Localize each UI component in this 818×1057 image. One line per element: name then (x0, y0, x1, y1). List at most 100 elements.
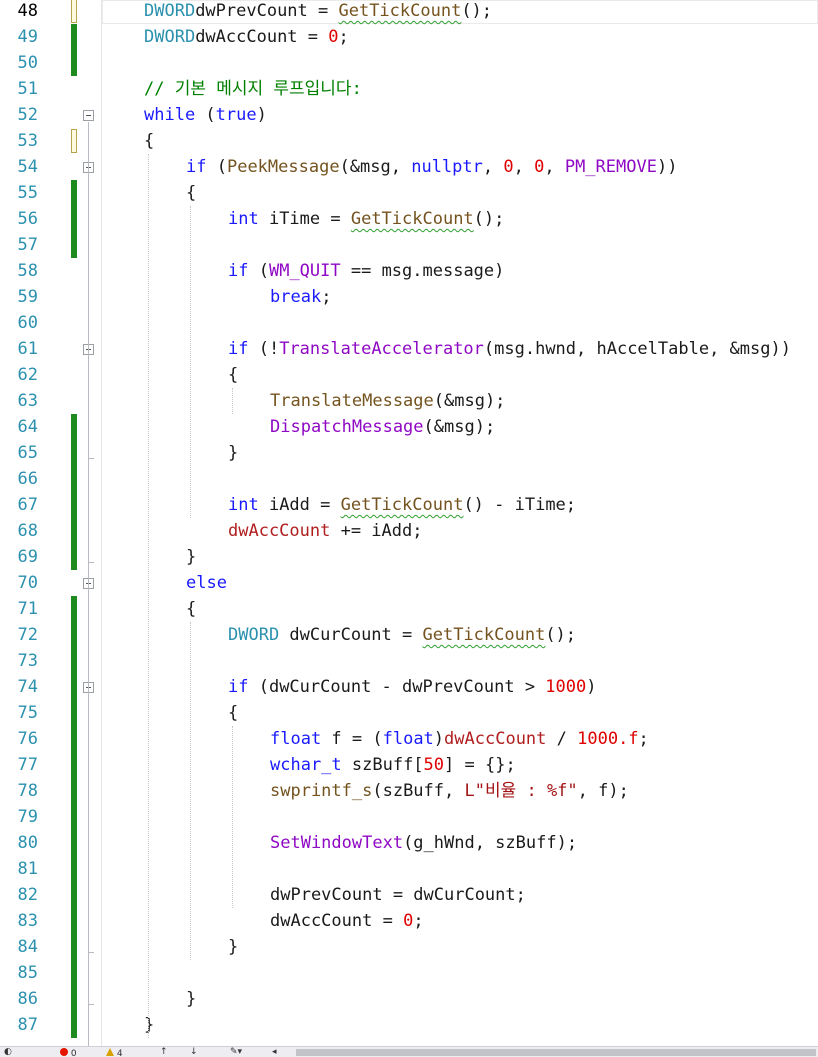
code-token: } (144, 1015, 155, 1035)
code-token: if (228, 261, 249, 281)
code-line[interactable]: float f = (float)dwAccCount / 1000.f; (270, 726, 649, 752)
code-token: ( (248, 261, 269, 281)
code-line[interactable]: { (186, 180, 196, 206)
line-number: 62 (17, 365, 38, 385)
line-number: 84 (17, 937, 38, 957)
indent-guide (190, 622, 191, 960)
code-line[interactable]: int iTime = GetTickCount(); (228, 206, 504, 232)
change-marker (71, 908, 77, 934)
line-number: 52 (17, 105, 38, 125)
line-number: 76 (17, 729, 38, 749)
code-line[interactable]: { (228, 362, 238, 388)
code-token: WM_QUIT (268, 261, 341, 281)
line-number: 60 (17, 313, 38, 333)
code-token: ( (206, 157, 227, 177)
code-line[interactable]: break; (270, 284, 331, 310)
code-token: (); (545, 625, 577, 645)
code-line[interactable]: dwAccCount = 0; (270, 908, 424, 934)
code-token: f = ( (321, 729, 383, 749)
code-token: } (186, 989, 197, 1009)
line-number: 70 (17, 573, 38, 593)
code-token: DispatchMessage (270, 417, 424, 437)
code-line[interactable]: DWORDdwPrevCount = GetTickCount(); (144, 0, 492, 24)
change-marker (71, 648, 77, 674)
horizontal-scrollbar[interactable] (296, 1049, 816, 1056)
code-line[interactable]: } (186, 544, 196, 570)
line-number: 51 (17, 79, 38, 99)
code-line[interactable]: if (dwCurCount - dwPrevCount > 1000) (228, 674, 597, 700)
editor-status-bar: ◐ 0 4 ↑ ↓ ✎▾ ◂ (0, 1046, 818, 1057)
code-token: (! (248, 339, 280, 359)
code-token: 1000.f (577, 729, 639, 749)
code-line[interactable]: { (186, 596, 196, 622)
code-line[interactable]: if (WM_QUIT == msg.message) (228, 258, 504, 284)
code-line[interactable]: while (true) (144, 102, 267, 128)
code-token: ; (638, 729, 649, 749)
code-token: GetTickCount (350, 209, 474, 229)
line-number: 75 (17, 703, 38, 723)
code-line[interactable]: // 기본 메시지 루프입니다: (144, 76, 362, 102)
change-marker (71, 180, 77, 206)
code-token: if (228, 339, 249, 359)
code-line[interactable]: TranslateMessage(&msg); (270, 388, 505, 414)
code-token: )) (656, 157, 678, 177)
code-line[interactable]: { (228, 700, 238, 726)
change-marker (71, 129, 77, 153)
change-marker (71, 700, 77, 726)
code-line[interactable]: if (!TranslateAccelerator(msg.hwnd, hAcc… (228, 336, 791, 362)
indent-guide (190, 206, 191, 518)
code-token: (&msg); (423, 417, 496, 437)
line-number: 80 (17, 833, 38, 853)
code-token: else (186, 573, 227, 593)
code-line[interactable]: int iAdd = GetTickCount() - iTime; (228, 492, 576, 518)
code-token: (szBuff, (372, 781, 465, 801)
change-marker (71, 544, 77, 570)
indent-guide (232, 726, 233, 908)
code-line[interactable]: { (144, 128, 154, 154)
line-number: 87 (17, 1015, 38, 1035)
line-number: 61 (17, 339, 38, 359)
code-editor[interactable]: 48 DWORDdwPrevCount = GetTickCount(); 49 DW… (0, 0, 818, 1046)
code-token: dwPrevCount = (195, 1, 339, 21)
line-number: 69 (17, 547, 38, 567)
code-token: GetTickCount (340, 495, 464, 515)
code-line[interactable]: } (228, 934, 238, 960)
line-number: 81 (17, 859, 38, 879)
code-line[interactable]: DWORD dwCurCount = GetTickCount(); (228, 622, 576, 648)
code-token: float (270, 729, 322, 749)
code-line[interactable]: dwPrevCount = dwCurCount; (270, 882, 526, 908)
code-line[interactable]: if (PeekMessage(&msg, nullptr, 0, 0, PM_… (186, 154, 677, 180)
code-token: ] = {}; (444, 755, 516, 775)
code-line[interactable]: } (186, 986, 196, 1012)
line-number: 66 (17, 469, 38, 489)
code-token: (dwCurCount - dwPrevCount > (248, 677, 546, 697)
code-line[interactable]: } (228, 440, 238, 466)
collapse-toggle-icon[interactable] (83, 110, 94, 121)
change-marker (71, 24, 77, 50)
code-token: dwAccCount (444, 729, 547, 749)
code-token: ) (256, 105, 267, 125)
code-token: 1000 (545, 677, 587, 697)
code-line[interactable]: wchar_t szBuff[50] = {}; (270, 752, 516, 778)
code-line[interactable]: swprintf_s(szBuff, L"비율 : %f", f); (270, 778, 629, 804)
code-line[interactable]: dwAccCount += iAdd; (228, 518, 422, 544)
line-number: 50 (17, 53, 38, 73)
code-token: { (228, 703, 239, 723)
change-marker (71, 440, 77, 466)
code-token: () - iTime; (463, 495, 577, 515)
code-token: swprintf_s (270, 781, 373, 801)
line-number: 56 (17, 209, 38, 229)
line-number: 72 (17, 625, 38, 645)
code-token: L"비율 : %f" (464, 781, 578, 801)
code-line[interactable]: else (186, 570, 227, 596)
code-line[interactable]: } (144, 1012, 154, 1038)
code-line[interactable]: DispatchMessage(&msg); (270, 414, 495, 440)
indent-guide (232, 388, 233, 414)
code-token: dwCurCount = (279, 625, 423, 645)
code-line[interactable]: SetWindowText(g_hWnd, szBuff); (270, 830, 577, 856)
code-token: // 기본 메시지 루프입니다: (144, 79, 362, 99)
code-token: wchar_t (270, 755, 342, 775)
code-token: ; (338, 27, 349, 47)
code-line[interactable]: DWORDdwAccCount = 0; (144, 24, 349, 50)
change-marker (71, 856, 77, 882)
